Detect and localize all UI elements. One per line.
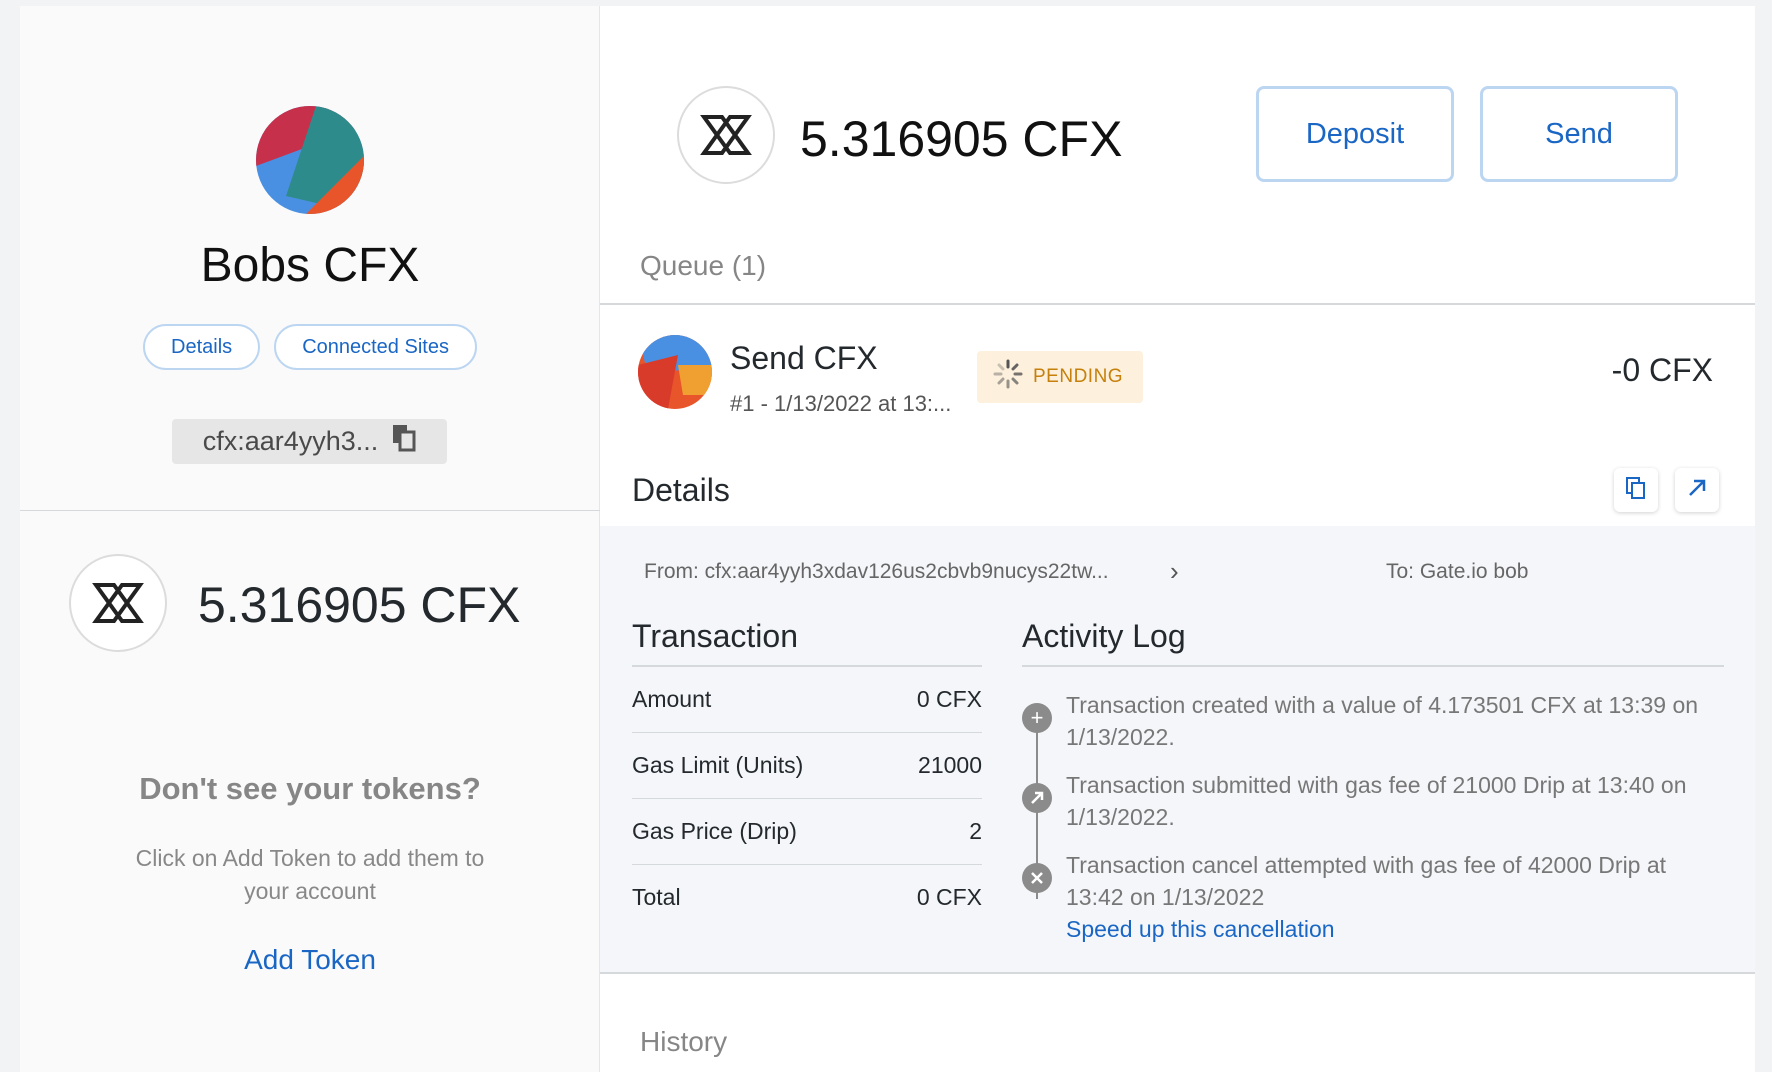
recipient-avatar [638,335,712,409]
copy-icon [1626,476,1646,504]
chevron-right-icon: › [1170,556,1179,586]
status-text: PENDING [1033,366,1124,387]
row-label: Gas Limit (Units) [632,752,804,778]
transaction-title[interactable]: Send CFX [730,340,878,377]
view-on-explorer-button[interactable] [1675,468,1719,512]
activity-log-list: + Transaction created with a value of 4.… [1022,667,1724,945]
spinner-icon [993,359,1023,395]
transaction-breakdown: Transaction Amount 0 CFX Gas Limit (Unit… [632,618,982,931]
activity-log: Activity Log + Transaction created with … [1022,618,1724,961]
account-sidebar: Bobs CFX Details Connected Sites cfx:aar… [20,6,600,1072]
breakdown-row-amount: Amount 0 CFX [632,667,982,733]
queue-heading: Queue (1) [640,250,767,281]
connected-sites-button[interactable]: Connected Sites [274,324,477,370]
transaction-amount: -0 CFX [1611,352,1713,388]
transaction-details: From: cfx:aar4yyh3xdav126us2cbvb9nucys22… [600,526,1755,974]
row-value: 21000 [918,752,982,778]
copy-icon [392,424,416,459]
breakdown-row-total: Total 0 CFX [632,865,982,931]
log-text: Transaction cancel attempted with gas fe… [1066,852,1667,910]
account-actions: Details Connected Sites [20,324,600,370]
log-item: Transaction cancel attempted with gas fe… [1022,849,1724,945]
breakdown-row-gas-limit: Gas Limit (Units) 21000 [632,733,982,799]
from-address[interactable]: From: cfx:aar4yyh3xdav126us2cbvb9nucys22… [644,560,1144,584]
cfx-token-icon [69,554,167,652]
log-item: + Transaction created with a value of 4.… [1022,689,1724,753]
history-heading: History [640,1026,728,1057]
main-panel: 5.316905 CFX Deposit Send Queue (1) Send… [600,6,1755,1072]
row-value: 0 CFX [916,686,982,712]
x-icon [1022,863,1052,893]
row-value: 0 CFX [916,884,982,910]
deposit-button[interactable]: Deposit [1256,86,1454,182]
arrow-up-right-icon [1022,783,1052,813]
speed-up-cancellation-link[interactable]: Speed up this cancellation [1066,913,1724,945]
row-label: Total [632,884,681,910]
to-address[interactable]: To: Gate.io bob [1386,560,1528,584]
external-link-icon [1686,477,1708,504]
log-text: Transaction submitted with gas fee of 21… [1066,772,1687,830]
activity-log-heading: Activity Log [1022,618,1724,667]
details-button[interactable]: Details [143,324,261,370]
row-label: Gas Price (Drip) [632,818,797,844]
log-item: Transaction submitted with gas fee of 21… [1022,769,1724,833]
transaction-subtitle: #1 - 1/13/2022 at 13:... [730,391,952,416]
plus-icon: + [1022,703,1052,733]
no-tokens-heading: Don't see your tokens? [139,771,481,806]
send-button[interactable]: Send [1480,86,1678,182]
add-token-link[interactable]: Add Token [20,944,600,976]
breakdown-row-gas-price: Gas Price (Drip) 2 [632,799,982,865]
sidebar-divider [20,510,600,511]
account-name: Bobs CFX [200,239,420,292]
status-badge: PENDING [977,351,1143,403]
transaction-heading: Transaction [632,618,982,667]
log-text: Transaction created with a value of 4.17… [1066,692,1699,750]
row-label: Amount [632,686,712,712]
copy-tx-button[interactable] [1614,468,1658,512]
account-avatar [256,106,364,214]
account-address: cfx:aar4yyh3... [202,426,379,456]
details-heading: Details [632,472,730,508]
no-tokens-text: Click on Add Token to add them to your a… [135,845,485,904]
cfx-token-icon [677,86,775,184]
sidebar-balance: 5.316905 CFX [198,577,521,633]
queue-divider [600,303,1755,305]
main-balance: 5.316905 CFX [800,111,1123,167]
row-value: 2 [969,818,982,844]
copy-address-button[interactable]: cfx:aar4yyh3... [172,419,447,464]
